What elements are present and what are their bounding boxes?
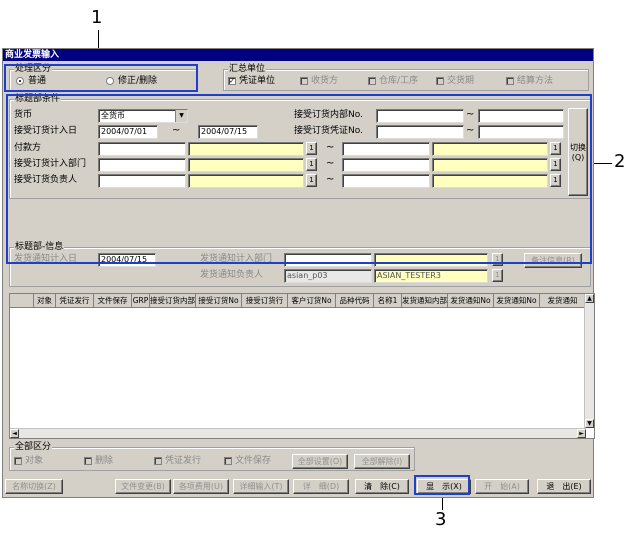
grid-col-recv-no[interactable]: 接受订货No (196, 294, 242, 308)
all-check-delete-label: 删除 (95, 456, 114, 466)
summary-unit-legend: 汇总单位 (228, 63, 267, 75)
grid-col-recv-inner[interactable]: 接受订货内部 (150, 294, 196, 308)
all-section-group: 全部区分 对象 删除 凭证发行 文件保存 全部设置(O) 全部解除(I) (9, 441, 415, 471)
check-settlement-label: 结算方法 (517, 76, 554, 86)
scroll-right-icon[interactable]: ► (577, 429, 586, 438)
callout-number-2: 2 (614, 151, 626, 172)
grid-col-notice[interactable]: 发货通知 (540, 294, 586, 308)
scroll-up-icon[interactable]: ▲ (585, 294, 594, 303)
summary-unit-group: 汇总单位 ✓ 凭证单位 收货方 仓库/工序 交货期 结算方法 (223, 63, 589, 91)
check-voucher-unit[interactable]: ✓ (228, 77, 236, 85)
callout-number-1: 1 (91, 7, 103, 28)
callout-frame-3 (414, 475, 470, 495)
all-check-target-label: 对象 (25, 456, 44, 466)
grid-header-row: 对象 凭证发行 文件保存 GRP 接受订货内部 接受订货No 接受订货行 客户订… (10, 294, 586, 308)
exit-button[interactable]: 退 出(E) (537, 479, 591, 494)
grid-vertical-scrollbar[interactable]: ▲ ▼ (584, 294, 594, 428)
notice-person-lookup[interactable]: 1 (492, 269, 503, 282)
notice-person-label: 发货通知负责人 (200, 270, 264, 280)
check-delivery-date-label: 交货期 (447, 76, 475, 86)
clear-button[interactable]: 清 除(C) (355, 479, 409, 494)
check-delivery-date[interactable] (436, 77, 444, 85)
check-receiver-label: 收货方 (311, 76, 339, 86)
grid-col-selector[interactable] (10, 294, 34, 308)
detail-button[interactable]: 详 细(D) (293, 479, 349, 494)
all-check-filesave[interactable] (224, 457, 232, 465)
grid-col-notice-inner[interactable]: 发货通知内部 (402, 294, 448, 308)
callout-number-3: 3 (435, 509, 447, 530)
name-switch-button[interactable]: 名称切换(Z) (5, 479, 63, 494)
notice-person-name: ASIAN_TESTER3 (374, 269, 488, 283)
all-check-delete[interactable] (84, 457, 92, 465)
check-warehouse-label: 仓库/工序 (379, 76, 419, 86)
callout-frame-1 (4, 64, 198, 92)
clear-all-button[interactable]: 全部解除(I) (354, 454, 410, 469)
grid-col-notice-no[interactable]: 发货通知No (448, 294, 494, 308)
check-receiver[interactable] (300, 77, 308, 85)
grid-col-voucher-issue[interactable]: 凭证发行 (56, 294, 94, 308)
notice-person-code[interactable]: asian_p03 (284, 269, 372, 283)
check-voucher-unit-label: 凭证单位 (239, 76, 276, 86)
grid-col-grp[interactable]: GRP (132, 294, 150, 308)
grid-col-target[interactable]: 对象 (34, 294, 56, 308)
all-check-voucher-label: 凭证发行 (165, 456, 202, 466)
callout-frame-2 (6, 94, 592, 264)
check-settlement[interactable] (506, 77, 514, 85)
scroll-down-icon[interactable]: ▼ (585, 419, 594, 428)
all-check-target[interactable] (14, 457, 22, 465)
file-change-button[interactable]: 文件变更(B) (115, 479, 171, 494)
grid-horizontal-scrollbar[interactable]: ◄ ► (10, 428, 586, 438)
grid-col-customer-no[interactable]: 客户订货No (288, 294, 336, 308)
grid-col-file-save[interactable]: 文件保存 (94, 294, 132, 308)
detail-grid[interactable]: 对象 凭证发行 文件保存 GRP 接受订货内部 接受订货No 接受订货行 客户订… (9, 293, 595, 439)
detail-input-button[interactable]: 详细输入(T) (233, 479, 289, 494)
all-check-voucher[interactable] (154, 457, 162, 465)
window-title: 商业发票输入 (3, 49, 593, 61)
scroll-left-icon[interactable]: ◄ (10, 429, 19, 438)
all-check-filesave-label: 文件保存 (235, 456, 272, 466)
grid-col-recv-line[interactable]: 接受订货行 (242, 294, 288, 308)
callout-line-2 (592, 163, 612, 164)
check-warehouse[interactable] (368, 77, 376, 85)
grid-col-name1[interactable]: 名称1 (374, 294, 402, 308)
start-button[interactable]: 开 始(A) (475, 479, 529, 494)
all-section-legend: 全部区分 (14, 441, 53, 453)
set-all-button[interactable]: 全部设置(O) (292, 454, 348, 469)
expenses-button[interactable]: 各项费用(U) (173, 479, 229, 494)
grid-col-item-code[interactable]: 品种代码 (336, 294, 374, 308)
grid-col-notice-no2[interactable]: 发货通知No (494, 294, 540, 308)
